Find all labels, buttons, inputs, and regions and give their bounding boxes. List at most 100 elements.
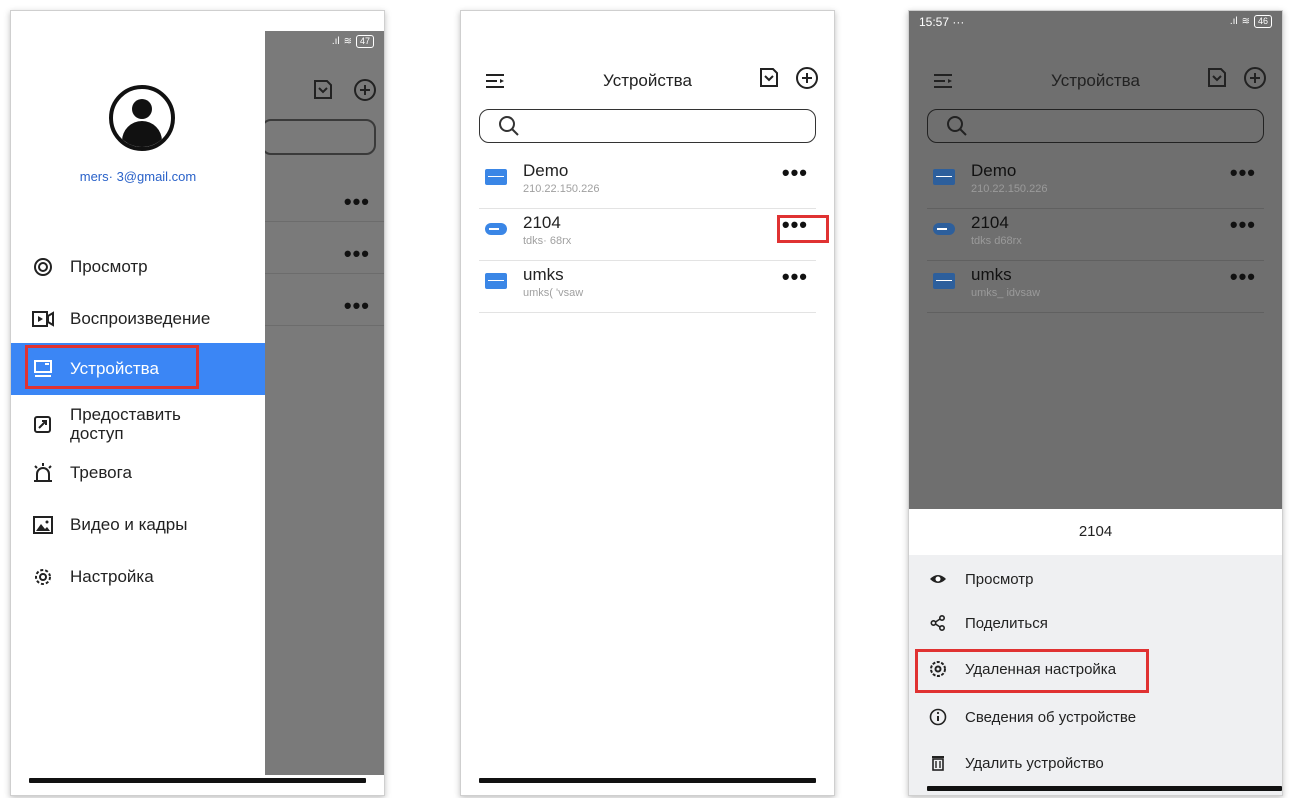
- devices-screen: Устройства Demo 210.22.150.226 ••• 2104 …: [460, 10, 835, 796]
- action-list: Просмотр Поделиться Удаленная настройка …: [909, 555, 1282, 795]
- device-name: umks: [523, 265, 564, 284]
- wifi-icon: ≋: [1241, 16, 1250, 27]
- more-options-button: •••: [1229, 212, 1256, 237]
- menu-item-label: Тревога: [70, 463, 132, 482]
- add-device-icon: [1244, 67, 1266, 89]
- menu-item-alarm[interactable]: Тревога: [11, 453, 265, 493]
- device-row[interactable]: umks umks( 'vsaw •••: [479, 261, 816, 313]
- divider: [265, 273, 384, 274]
- search-input: [927, 109, 1264, 143]
- dvr-device-icon: [485, 169, 507, 185]
- navigation-drawer: mers· 3@gmail.com Просмотр Воспроизведен…: [11, 11, 265, 775]
- action-device-info[interactable]: Сведения об устройстве: [909, 695, 1282, 739]
- eye-icon: [930, 575, 946, 583]
- battery-icon: 46: [1253, 15, 1272, 28]
- dvr-device-icon: [485, 273, 507, 289]
- status-bar-icons: .ıl ≋ 46: [1230, 15, 1272, 28]
- scan-icon: [314, 80, 332, 99]
- menu-item-label: Настройка: [70, 567, 154, 586]
- action-label: Сведения об устройстве: [965, 708, 1137, 726]
- highlight-frame: [25, 345, 199, 389]
- more-options-button[interactable]: •••: [782, 162, 808, 184]
- dvr-device-icon: [933, 169, 955, 185]
- highlight-frame: [915, 649, 1149, 693]
- add-device-icon[interactable]: [796, 67, 818, 89]
- home-indicator: [479, 778, 816, 783]
- device-address: 210.22.150.226: [523, 183, 600, 195]
- highlight-frame: [777, 215, 829, 243]
- dimmed-search-field: [261, 119, 376, 155]
- device-row[interactable]: Demo 210.22.150.226 •••: [479, 157, 816, 209]
- divider: [265, 325, 384, 326]
- menu-item-label: Просмотр: [70, 257, 148, 276]
- more-options-button: •••: [1229, 160, 1256, 185]
- device-name: 2104: [523, 213, 561, 232]
- nvr-device-icon: [933, 223, 955, 235]
- menu-item-playback[interactable]: Воспроизведение: [11, 299, 265, 339]
- settings-icon: [35, 569, 51, 585]
- device-row: umks umks_ idvsaw •••: [927, 261, 1264, 313]
- dimmed-devices-background[interactable]: 15:57 ··· .ıl ≋ 46 Устройства Demo 210.2…: [909, 11, 1282, 509]
- alarm-icon: [34, 463, 52, 482]
- dimmed-header-icons: [312, 79, 376, 101]
- share-access-icon: [34, 416, 51, 433]
- divider: [265, 221, 384, 222]
- device-name: Demo: [971, 161, 1017, 180]
- header: Устройства: [909, 65, 1282, 105]
- action-share[interactable]: Поделиться: [909, 601, 1282, 645]
- device-action-sheet: 2104 Просмотр Поделиться Удаленная настр…: [909, 509, 1282, 795]
- action-label: Удалить устройство: [965, 754, 1104, 772]
- device-row: Demo 210.22.150.226 •••: [927, 157, 1264, 209]
- scan-icon[interactable]: [758, 67, 780, 89]
- header-actions: [758, 67, 818, 89]
- scan-icon: [1208, 68, 1226, 87]
- action-label: Поделиться: [965, 614, 1048, 632]
- drawer-screen: .ıl ≋ 47 ••• ••• ••• mers· 3@gmail.com П…: [10, 10, 385, 796]
- nvr-device-icon: [485, 223, 507, 235]
- info-icon: [929, 708, 947, 726]
- action-live-view[interactable]: Просмотр: [909, 557, 1282, 601]
- signal-icon: .ıl: [331, 36, 340, 47]
- live-view-icon: [34, 258, 52, 276]
- gallery-icon: [33, 516, 53, 534]
- dimmed-devices-background[interactable]: .ıl ≋ 47 ••• ••• •••: [261, 31, 384, 775]
- playback-icon: [32, 311, 54, 327]
- more-options-button: •••: [1229, 264, 1256, 289]
- menu-item-settings[interactable]: Настройка: [11, 557, 265, 597]
- header: Устройства: [461, 65, 834, 105]
- action-delete-device[interactable]: Удалить устройство: [909, 741, 1282, 785]
- menu-item-share-access[interactable]: Предоставить доступ: [11, 401, 265, 447]
- status-bar-icons: .ıl ≋ 47: [332, 35, 374, 48]
- device-name: Demo: [523, 161, 569, 180]
- header-actions: [1206, 67, 1266, 89]
- device-address: tdks d68rx: [971, 235, 1022, 247]
- avatar-icon[interactable]: [109, 85, 175, 151]
- device-address: umks( 'vsaw: [523, 287, 584, 299]
- add-device-icon: [354, 79, 376, 101]
- menu-item-live-view[interactable]: Просмотр: [11, 247, 265, 287]
- status-time: 15:57 ···: [919, 15, 965, 29]
- device-actions-screen: 15:57 ··· .ıl ≋ 46 Устройства Demo 210.2…: [908, 10, 1283, 796]
- share-icon: [930, 615, 945, 631]
- account-email: mers· 3@gmail.com: [79, 169, 197, 184]
- search-icon: [499, 116, 519, 136]
- more-options-button[interactable]: •••: [782, 266, 808, 288]
- device-address: umks_ idvsaw: [971, 287, 1041, 299]
- battery-icon: 47: [355, 35, 374, 48]
- device-name: 2104: [971, 213, 1009, 232]
- sheet-title: 2104: [1078, 523, 1113, 540]
- dimmed-more-icon: •••: [343, 189, 370, 214]
- menu-item-label: Воспроизведение: [70, 309, 211, 328]
- search-input[interactable]: [479, 109, 816, 143]
- dvr-device-icon: [933, 273, 955, 289]
- action-label: Просмотр: [965, 570, 1034, 588]
- menu-item-gallery[interactable]: Видео и кадры: [11, 505, 265, 545]
- home-indicator: [29, 778, 366, 783]
- device-row[interactable]: 2104 tdks· 68rx •••: [479, 209, 816, 261]
- dimmed-more-icon: •••: [343, 241, 370, 266]
- menu-item-label: Предоставить доступ: [70, 405, 181, 443]
- device-row: 2104 tdks d68rx •••: [927, 209, 1264, 261]
- trash-icon: [932, 756, 944, 771]
- signal-icon: .ıl: [1229, 16, 1238, 27]
- menu-item-label: Видео и кадры: [70, 515, 188, 534]
